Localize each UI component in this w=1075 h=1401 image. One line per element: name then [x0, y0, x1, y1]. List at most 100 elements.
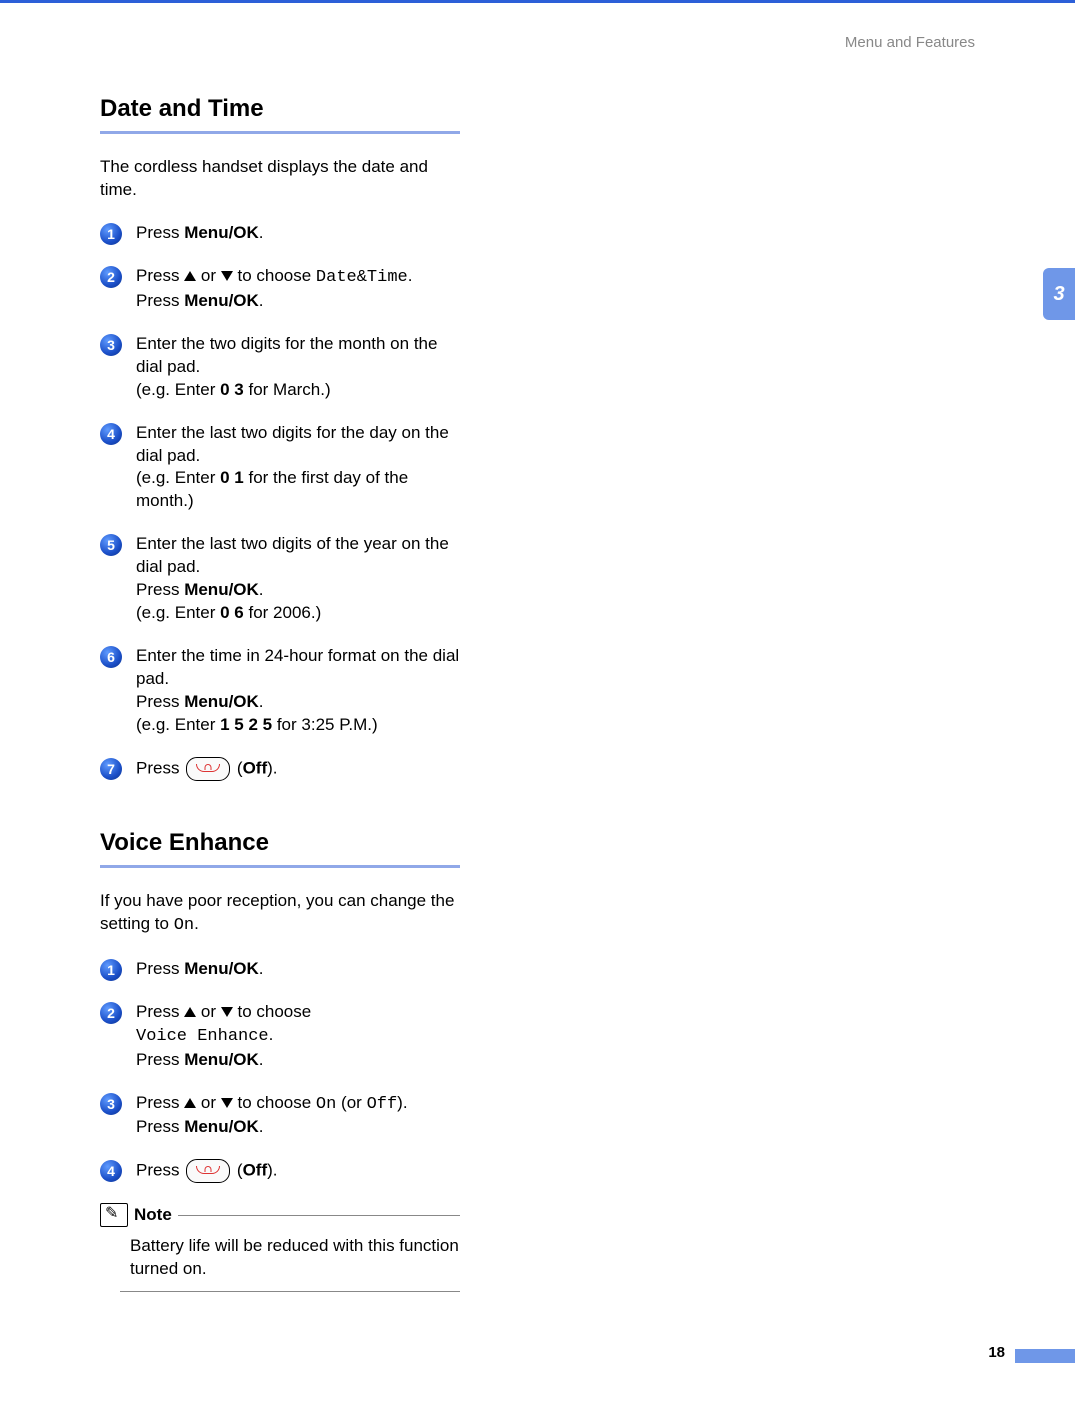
- step-text: Enter the two digits for the month on th…: [136, 333, 460, 402]
- text: (e.g. Enter: [136, 715, 220, 734]
- step: 7Press (Off).: [100, 757, 460, 781]
- text: .: [259, 1117, 264, 1136]
- text: ).: [267, 758, 277, 777]
- text: to choose: [233, 1002, 311, 1021]
- text: to choose: [233, 266, 316, 285]
- mono-text: Voice Enhance: [136, 1027, 269, 1046]
- mono-text: On: [316, 1095, 336, 1114]
- arrow-down-icon: [221, 271, 233, 281]
- step: 2 Press or to choose Date&Time. Press Menu…: [100, 265, 460, 313]
- text: .: [259, 692, 264, 711]
- arrow-up-icon: [184, 1007, 196, 1017]
- text: .: [259, 1050, 264, 1069]
- step-number-badge: 3: [100, 1093, 122, 1115]
- step-number-badge: 2: [100, 266, 122, 288]
- step-number-badge: 3: [100, 334, 122, 356]
- bold-text: 1 5 2 5: [220, 715, 272, 734]
- divider: [178, 1215, 460, 1216]
- text: .: [259, 959, 264, 978]
- arrow-down-icon: [221, 1098, 233, 1108]
- step-text: Enter the last two digits of the year on…: [136, 533, 460, 625]
- top-accent-bar: [0, 0, 1075, 3]
- text: Press: [136, 580, 184, 599]
- text: Press: [136, 1002, 184, 1021]
- text: Enter the two digits for the month on th…: [136, 334, 437, 376]
- text: for 2006.): [244, 603, 322, 622]
- step-text: Press or to choose On (or Off).Press Men…: [136, 1092, 460, 1140]
- step-text: Press or to choose Date&Time. Press Menu/…: [136, 265, 460, 313]
- text: If you have poor reception, you can chan…: [100, 891, 454, 933]
- bold-text: Menu/OK: [184, 580, 259, 599]
- step: 2Press or to choose Voice Enhance.Press …: [100, 1001, 460, 1072]
- text: (or: [336, 1093, 366, 1112]
- step: 3Press or to choose On (or Off).Press Me…: [100, 1092, 460, 1140]
- step: 4Press (Off).: [100, 1159, 460, 1183]
- off-button-icon: [186, 757, 230, 781]
- arrow-up-icon: [184, 271, 196, 281]
- step-text: Enter the time in 24-hour format on the …: [136, 645, 460, 737]
- text: for 3:25 P.M.): [272, 715, 378, 734]
- text: .: [194, 914, 199, 933]
- bold-text: Menu/OK: [184, 1050, 259, 1069]
- text: (e.g. Enter: [136, 468, 220, 487]
- heading-underline: [100, 131, 460, 134]
- section-heading: Date and Time: [100, 95, 460, 123]
- text: to choose: [233, 1093, 316, 1112]
- page-header: Menu and Features: [845, 34, 975, 51]
- text: (: [232, 758, 242, 777]
- bold-text: 0 3: [220, 380, 244, 399]
- text: or: [196, 1093, 221, 1112]
- text: Press: [136, 1161, 184, 1180]
- bold-text: Menu/OK: [184, 1117, 259, 1136]
- text: .: [259, 291, 264, 310]
- step-text: Press Menu/OK.: [136, 222, 460, 245]
- step-text: Press Menu/OK.: [136, 958, 460, 981]
- note-title: Note: [134, 1205, 172, 1225]
- bold-text: Menu/OK: [184, 223, 259, 242]
- bold-text: 0 1: [220, 468, 244, 487]
- step-number-badge: 2: [100, 1002, 122, 1024]
- text: (e.g. Enter: [136, 603, 220, 622]
- mono-text: Date&Time: [316, 268, 408, 287]
- step-number-badge: 7: [100, 758, 122, 780]
- text: ).: [397, 1093, 407, 1112]
- text: Press: [136, 1093, 184, 1112]
- chapter-tab: 3: [1043, 268, 1075, 320]
- heading-underline: [100, 865, 460, 868]
- section-intro: The cordless handset displays the date a…: [100, 156, 460, 202]
- text: ).: [267, 1161, 277, 1180]
- step: 5Enter the last two digits of the year o…: [100, 533, 460, 625]
- arrow-up-icon: [184, 1098, 196, 1108]
- step: 4 Enter the last two digits for the day o…: [100, 422, 460, 514]
- note-text: Battery life will be reduced with this f…: [130, 1235, 460, 1281]
- step: 3 Enter the two digits for the month on t…: [100, 333, 460, 402]
- note-block: Note Battery life will be reduced with th…: [100, 1203, 460, 1292]
- text: Press: [136, 1117, 184, 1136]
- text: Press: [136, 1050, 184, 1069]
- step-text: Press or to choose Voice Enhance.Press M…: [136, 1001, 460, 1072]
- step: 6 Enter the time in 24-hour format on the…: [100, 645, 460, 737]
- note-icon: [100, 1203, 128, 1227]
- text: or: [196, 266, 221, 285]
- bold-text: Off: [243, 1161, 268, 1180]
- text: Press: [136, 291, 184, 310]
- divider: [120, 1291, 460, 1292]
- text: for March.): [244, 380, 331, 399]
- step-number-badge: 4: [100, 1160, 122, 1182]
- text: Enter the last two digits of the year on…: [136, 534, 449, 576]
- bold-text: 0 6: [220, 603, 244, 622]
- text: Enter the last two digits for the day on…: [136, 423, 449, 465]
- step-number-badge: 4: [100, 423, 122, 445]
- main-content: Date and Time The cordless handset displa…: [100, 95, 460, 1292]
- step: 1Press Menu/OK.: [100, 958, 460, 981]
- footer-accent-bar: [1015, 1349, 1075, 1363]
- bold-text: Menu/OK: [184, 291, 259, 310]
- bold-text: Off: [243, 758, 268, 777]
- text: (e.g. Enter: [136, 380, 220, 399]
- text: Press: [136, 223, 184, 242]
- step-number-badge: 6: [100, 646, 122, 668]
- text: .: [259, 223, 264, 242]
- text: Press: [136, 266, 184, 285]
- section-intro: If you have poor reception, you can chan…: [100, 890, 460, 938]
- text: Press: [136, 692, 184, 711]
